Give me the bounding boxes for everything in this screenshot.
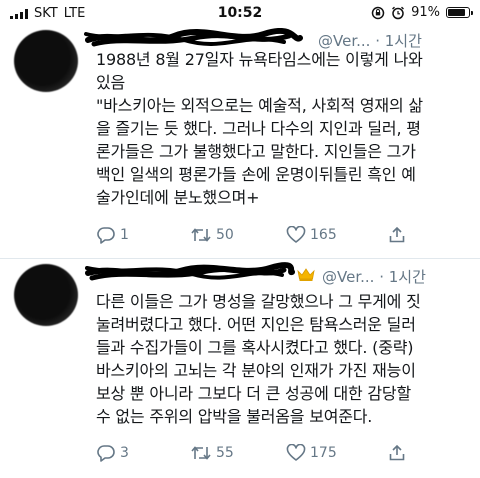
battery-fill xyxy=(448,9,465,16)
battery-icon xyxy=(446,7,473,18)
tweet-divider xyxy=(0,258,480,259)
alarm-icon xyxy=(392,6,405,19)
tweet-text: 1988년 8월 27일자 뉴욕타임스에는 이렇게 나와 있음 "바스키아는 외… xyxy=(96,50,423,207)
rotation-lock-icon xyxy=(371,6,385,19)
tweet-handle[interactable]: @Ver... xyxy=(322,268,374,286)
name-redaction-scribble xyxy=(84,28,303,47)
tweet-actions: 3 55 175 xyxy=(96,444,476,466)
avatar[interactable] xyxy=(14,30,78,92)
like-count: 175 xyxy=(310,445,337,461)
tweet-meta: @Ver... · 1시간 xyxy=(322,266,426,287)
like-count: 165 xyxy=(310,227,337,243)
like-icon xyxy=(286,444,306,461)
reply-button[interactable]: 3 xyxy=(96,444,129,462)
retweet-count: 55 xyxy=(216,445,234,461)
reply-button[interactable]: 1 xyxy=(96,226,129,244)
battery-percent: 91% xyxy=(411,5,440,20)
status-bar: SKT LTE 10:52 91% xyxy=(0,0,480,28)
crown-icon xyxy=(297,268,315,281)
like-icon xyxy=(286,226,306,243)
tweet-actions: 1 50 165 xyxy=(96,226,476,248)
share-button[interactable] xyxy=(388,444,406,462)
retweet-count: 50 xyxy=(216,227,234,243)
reply-count: 1 xyxy=(120,227,129,243)
tweet-text: 다른 이들은 그가 명성을 갈망했으나 그 무게에 짓 눌려버렸다고 했다. 어… xyxy=(96,292,421,426)
share-icon xyxy=(389,226,405,243)
share-button[interactable] xyxy=(388,226,406,244)
name-redaction-scribble xyxy=(85,262,295,281)
like-button[interactable]: 165 xyxy=(286,226,337,244)
retweet-button[interactable]: 50 xyxy=(190,226,234,244)
status-right: 91% xyxy=(371,5,473,20)
reply-count: 3 xyxy=(120,445,129,461)
like-button[interactable]: 175 xyxy=(286,444,337,462)
tweet-time[interactable]: 1시간 xyxy=(389,268,426,286)
reply-icon xyxy=(97,445,115,462)
retweet-icon xyxy=(191,228,211,242)
retweet-button[interactable]: 55 xyxy=(190,444,234,462)
avatar[interactable] xyxy=(14,264,78,326)
reply-icon xyxy=(97,227,115,244)
tweet-separator: · xyxy=(379,268,384,286)
share-icon xyxy=(389,444,405,461)
retweet-icon xyxy=(191,446,211,460)
